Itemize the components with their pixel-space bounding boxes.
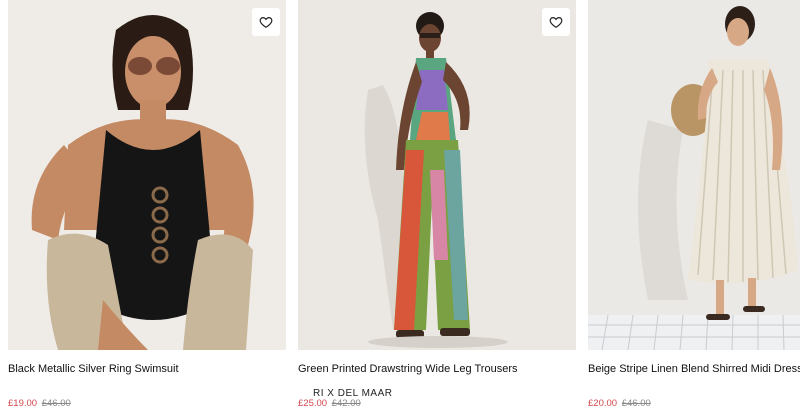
wishlist-button[interactable] — [252, 8, 280, 36]
wishlist-button[interactable] — [542, 8, 570, 36]
product-image[interactable] — [298, 0, 576, 350]
product-card[interactable]: RI X DEL MAAR Green Printed Drawstring W… — [298, 0, 576, 412]
sale-price: £25.00 — [298, 398, 328, 409]
product-card[interactable]: Beige Stripe Linen Blend Shirred Midi Dr… — [588, 0, 800, 412]
original-price: £46.00 — [41, 398, 71, 409]
product-title[interactable]: Black Metallic Silver Ring Swimsuit — [8, 362, 179, 376]
swimsuit-model-illustration — [8, 0, 286, 350]
heart-icon — [549, 17, 563, 28]
trousers-model-illustration — [298, 0, 576, 350]
product-price: £25.00 £42.00 — [298, 398, 361, 410]
product-grid: Black Metallic Silver Ring Swimsuit £19.… — [0, 0, 800, 412]
sale-price: £20.00 — [588, 398, 618, 409]
product-title[interactable]: Beige Stripe Linen Blend Shirred Midi Dr… — [588, 362, 800, 376]
original-price: £42.00 — [331, 398, 361, 409]
product-title[interactable]: Green Printed Drawstring Wide Leg Trouse… — [298, 362, 517, 376]
sale-price: £19.00 — [8, 398, 38, 409]
product-price: £19.00 £46.00 — [8, 398, 71, 410]
product-card[interactable]: Black Metallic Silver Ring Swimsuit £19.… — [8, 0, 286, 412]
dress-model-illustration — [588, 0, 800, 350]
original-price: £46.00 — [621, 398, 651, 409]
product-image[interactable] — [588, 0, 800, 350]
heart-icon — [259, 17, 273, 28]
product-image[interactable] — [8, 0, 286, 350]
product-price: £20.00 £46.00 — [588, 398, 651, 410]
